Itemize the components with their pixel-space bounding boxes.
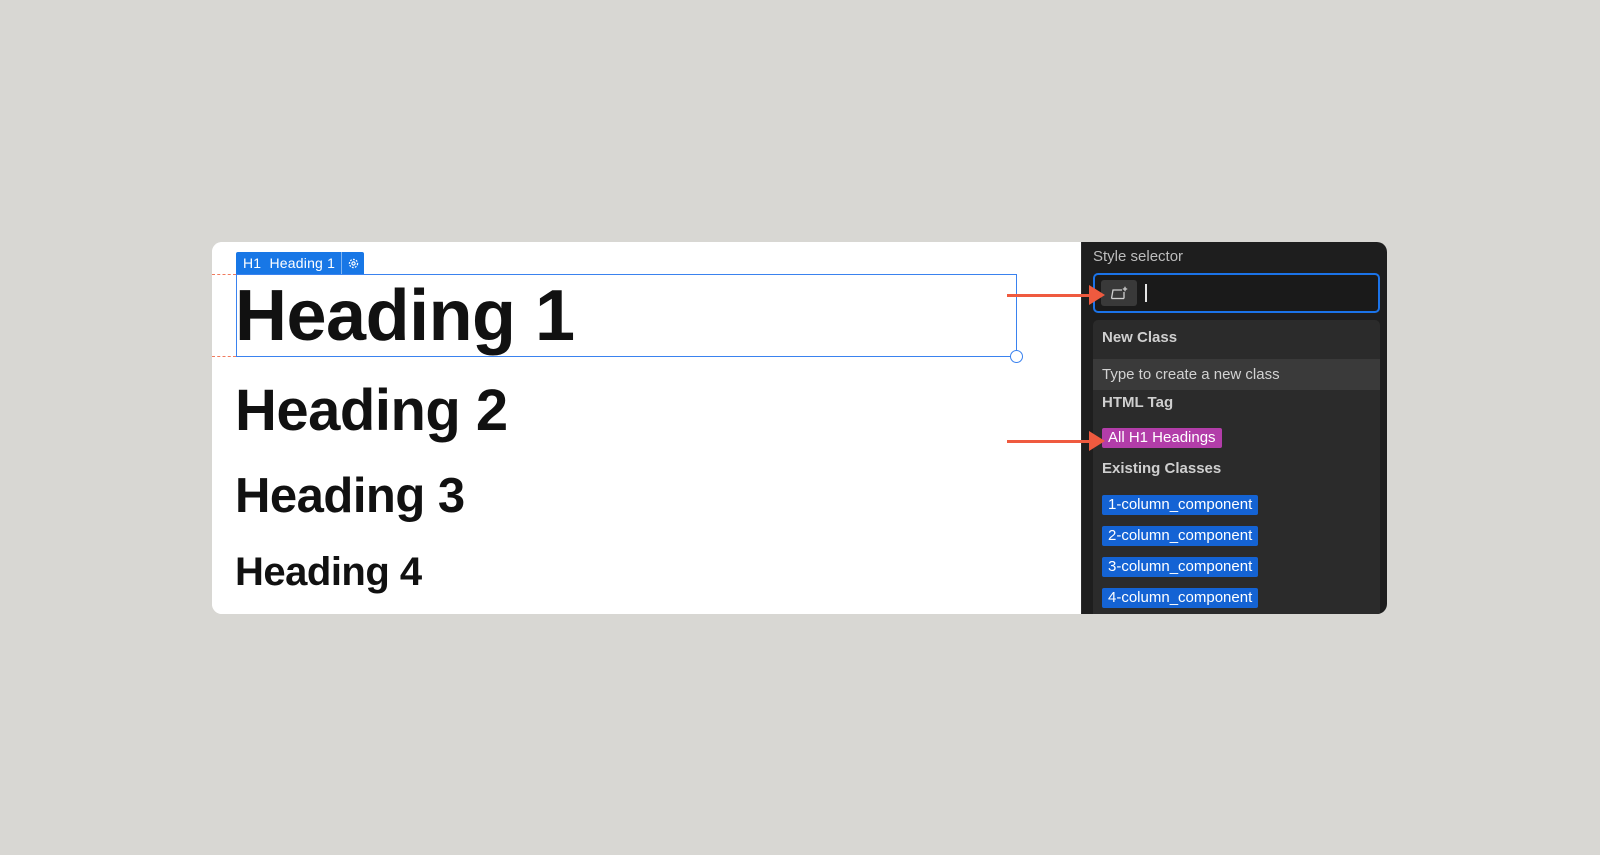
style-dropdown: New Class Type to create a new class HTM… [1093,320,1380,614]
new-class-header: New Class [1102,329,1178,346]
add-class-icon[interactable] [1101,280,1137,306]
designer-frame: H1 Heading 1 Heading 1 Heading 2 Heading… [212,242,1387,614]
style-selector-panel: Style selector New Class Type to create … [1081,242,1387,614]
annotation-arrow-input [1007,285,1105,305]
element-badge-label: H1 Heading 1 [236,255,341,271]
class-option[interactable]: 1-column_component [1102,495,1259,515]
class-option[interactable]: 2-column_component [1102,526,1259,546]
class-option[interactable]: 3-column_component [1102,557,1259,577]
element-tag: H1 [243,255,262,271]
heading-2[interactable]: Heading 2 [235,380,508,442]
element-badge[interactable]: H1 Heading 1 [236,252,365,274]
style-selector-input[interactable] [1143,281,1372,307]
style-selector-input-wrap[interactable] [1093,273,1380,313]
annotation-arrow-html-tag [1007,431,1105,451]
class-option[interactable]: 4-column_component [1102,588,1259,608]
heading-3[interactable]: Heading 3 [235,470,465,522]
element-name: Heading 1 [269,255,336,271]
new-class-hint[interactable]: Type to create a new class [1093,359,1380,390]
existing-classes-header: Existing Classes [1102,460,1222,477]
html-tag-header: HTML Tag [1102,394,1174,411]
resize-handle[interactable] [1010,350,1023,363]
heading-1[interactable]: Heading 1 [235,278,575,354]
canvas: H1 Heading 1 Heading 1 Heading 2 Heading… [212,242,1081,614]
gear-icon[interactable] [341,252,364,274]
heading-4[interactable]: Heading 4 [235,550,422,594]
text-caret [1145,284,1147,302]
margin-guide-top [212,274,236,275]
panel-title: Style selector [1093,248,1184,265]
margin-guide-bottom [212,356,236,357]
tag-option-all-h1[interactable]: All H1 Headings [1102,428,1222,448]
